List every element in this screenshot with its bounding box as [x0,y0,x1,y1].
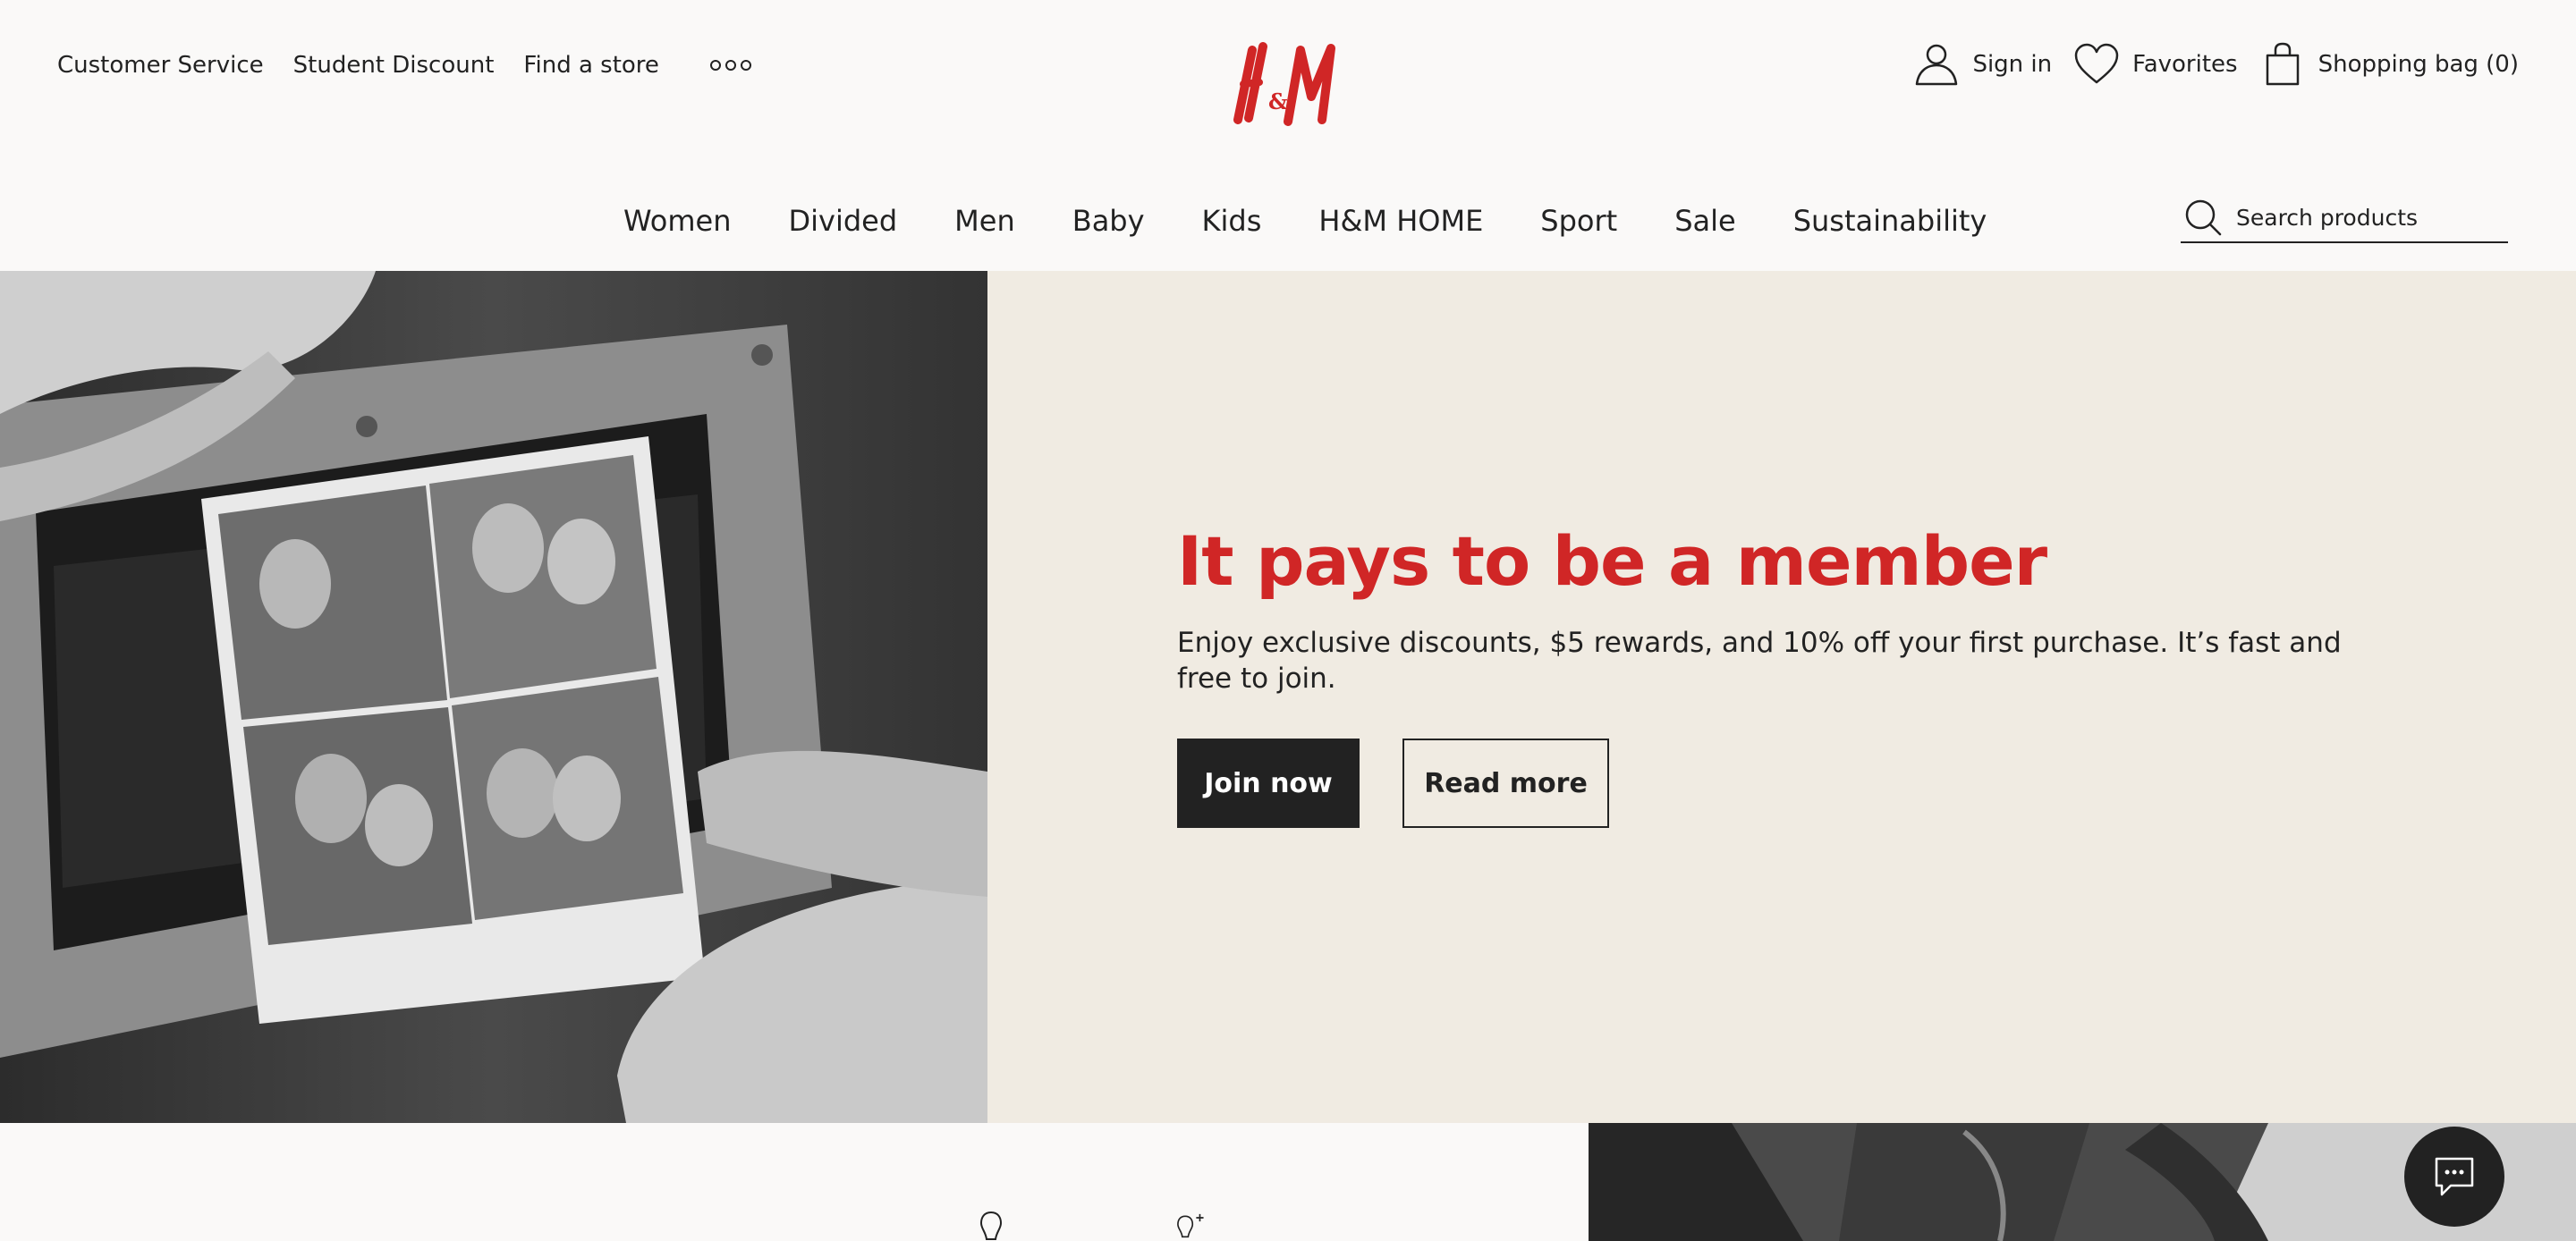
find-store-link[interactable]: Find a store [523,52,659,79]
site-header: Customer Service Student Discount Find a… [0,0,2576,134]
customer-service-link[interactable]: Customer Service [57,52,264,79]
nav-item-men[interactable]: Men [954,204,1015,238]
hm-logo-icon: & [1233,42,1335,126]
nav-item-women[interactable]: Women [623,204,731,238]
more-dots-icon[interactable] [709,60,751,71]
read-more-button[interactable]: Read more [1402,739,1609,828]
sign-in-button[interactable]: Sign in [1913,41,2052,88]
utility-nav: Customer Service Student Discount Find a… [57,52,751,79]
nav-item-baby[interactable]: Baby [1072,204,1145,238]
sign-in-label: Sign in [1972,51,2053,78]
hero-photo-booth-image [0,271,987,1123]
member-hero: It pays to be a member Enjoy exclusive d… [0,271,2576,1123]
chat-button[interactable] [2404,1127,2504,1227]
bag-icon [2266,42,2299,86]
account-actions: Sign in Favorites Shopping bag (0) [1892,41,2519,88]
nav-item-sport[interactable]: Sport [1540,204,1617,238]
favorites-button[interactable]: Favorites [2073,41,2238,88]
hero-subtext: Enjoy exclusive discounts, $5 rewards, a… [1177,627,2342,695]
bulb-plus-icon [1177,1213,1204,1238]
hero-text-panel: It pays to be a member Enjoy exclusive d… [987,271,2576,1123]
shopping-bag-label: Shopping bag (0) [2318,51,2519,78]
nav-item-kids[interactable]: Kids [1202,204,1262,238]
svg-text:&: & [1268,89,1288,114]
user-icon [1916,44,1958,86]
favorites-label: Favorites [2132,51,2238,78]
join-now-button[interactable]: Join now [1177,739,1360,828]
nav-item-sale[interactable]: Sale [1674,204,1736,238]
chat-icon [2435,1157,2474,1196]
nav-item-sustainability[interactable]: Sustainability [1793,204,1987,238]
search-icon[interactable] [2182,197,2224,238]
photo-booth-illustration [0,271,987,1123]
shopping-bag-button[interactable]: Shopping bag (0) [2259,41,2519,88]
next-section-panel [0,1123,1589,1241]
heart-icon [2074,43,2119,84]
brand-logo[interactable]: & [1225,38,1351,127]
search-input[interactable] [2236,204,2496,231]
hero-headline: It pays to be a member [1177,521,2047,601]
nav-item-divided[interactable]: Divided [788,204,897,238]
nav-item-home[interactable]: H&M HOME [1318,204,1483,238]
main-nav: Women Divided Men Baby Kids H&M HOME Spo… [623,204,1987,238]
next-section [0,1123,2576,1241]
student-discount-link[interactable]: Student Discount [293,52,495,79]
search-bar [2181,193,2508,243]
bulb-icon [979,1211,1003,1240]
